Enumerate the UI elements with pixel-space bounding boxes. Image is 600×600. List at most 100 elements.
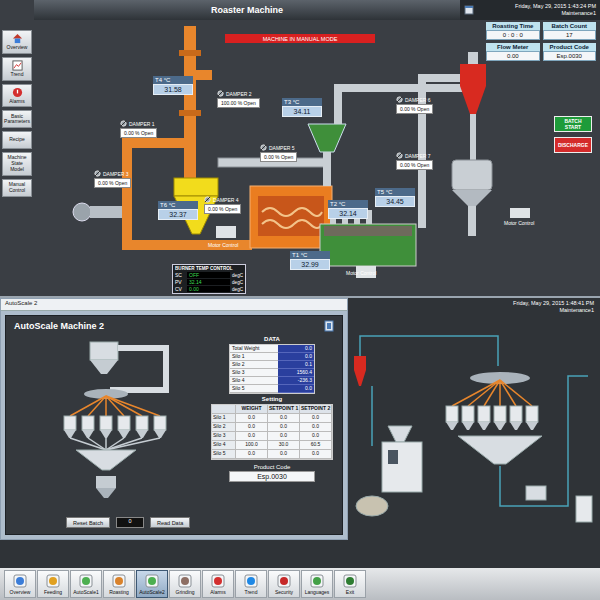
toolbar-button[interactable]: Roasting: [103, 570, 135, 598]
table-cell[interactable]: 0.0: [300, 414, 332, 423]
damper[interactable]: DAMPER 7 0.00 % Open: [396, 152, 433, 170]
tool-icon: [178, 574, 192, 588]
roaster-body: Overview Trend Alarms Basic Parameters R…: [0, 20, 600, 296]
toolbar-label: Alarms: [210, 589, 226, 595]
door-icon[interactable]: [324, 320, 334, 332]
table-cell[interactable]: 100.0: [236, 441, 268, 450]
temperature-readout: T5 °C 34.45: [375, 188, 415, 207]
toolbar-button[interactable]: Feeding: [37, 570, 69, 598]
tool-icon: [46, 574, 60, 588]
damper-label: DAMPER 3: [103, 171, 129, 177]
red-cyclone: [460, 52, 486, 160]
temperature-label: T5 °C: [375, 188, 415, 196]
table-row: Total Weight 0.0: [230, 345, 314, 353]
temperature-readout: T6 °C 32.37: [158, 201, 198, 220]
user: Maintenance1: [477, 10, 596, 17]
action-button[interactable]: BATCH START: [554, 116, 592, 132]
sidebar-label: Alarms: [9, 99, 25, 105]
read-data-button[interactable]: Read Data: [150, 517, 190, 528]
info-panel: Roasting Time 0 : 0 : 0Batch Count 17Flo…: [486, 22, 596, 61]
table-cell[interactable]: 0.0: [236, 450, 268, 459]
damper[interactable]: DAMPER 3 0.00 % Open: [94, 170, 131, 188]
setting-title: Setting: [211, 396, 333, 402]
motor-box: [510, 208, 530, 218]
damper-header: DAMPER 1: [120, 120, 157, 127]
damper-label: DAMPER 5: [269, 145, 295, 151]
roaster-screen: Roaster Machine Friday, May 29, 2015 1:4…: [0, 0, 600, 298]
product-value[interactable]: Esp.0030: [229, 471, 315, 482]
toolbar-label: Feeding: [44, 589, 62, 595]
packer: [526, 486, 592, 522]
info-value: 0.00: [486, 51, 540, 61]
damper-label: DAMPER 6: [405, 97, 431, 103]
action-button[interactable]: DISCHARGE: [554, 137, 592, 153]
motor-label[interactable]: Motor Control: [346, 270, 376, 276]
tool-icon: [211, 574, 225, 588]
sidebar-item[interactable]: Machine State Model: [2, 152, 32, 175]
feed-hopper: [90, 342, 166, 390]
sidebar-item[interactable]: Overview: [2, 30, 32, 54]
table-cell[interactable]: 0.0: [268, 450, 300, 459]
toolbar-button[interactable]: Trend: [235, 570, 267, 598]
sidebar-item[interactable]: Trend: [2, 57, 32, 81]
sidebar-label: Trend: [11, 72, 24, 78]
sidebar-item[interactable]: Alarms: [2, 84, 32, 108]
table-cell[interactable]: 30.0: [268, 441, 300, 450]
damper[interactable]: DAMPER 1 0.00 % Open: [120, 120, 157, 138]
datetime: Friday, May 29, 2015 1:48:41 PM: [354, 300, 594, 307]
sidebar-item[interactable]: Manual Control: [2, 179, 32, 197]
row-label: Silo 2: [230, 361, 278, 369]
reset-batch-button[interactable]: Reset Batch: [66, 517, 110, 528]
toolbar-button[interactable]: Grinding: [169, 570, 201, 598]
damper-header: DAMPER 2: [217, 90, 260, 97]
table-cell[interactable]: 0.0: [300, 450, 332, 459]
grinding-diagram: [348, 316, 600, 556]
row-value: 0.0: [278, 385, 314, 393]
window-icon[interactable]: [464, 5, 474, 15]
damper-label: DAMPER 2: [226, 91, 252, 97]
distributor: [64, 389, 166, 450]
toolbar-label: Security: [275, 589, 293, 595]
burner-row: SC OFF degC: [175, 272, 243, 278]
damper-icon: [217, 90, 224, 97]
table-cell[interactable]: 0.0: [268, 432, 300, 441]
tool-icon: [112, 574, 126, 588]
sidebar-item[interactable]: Recipe: [2, 131, 32, 149]
motor-label[interactable]: Motor Control: [504, 220, 534, 226]
damper[interactable]: DAMPER 5 0.00 % Open: [260, 144, 297, 162]
table-cell[interactable]: 0.0: [300, 432, 332, 441]
window-body: DATA Total Weight 0.0Silo 1 0.0Silo 2 0.…: [6, 336, 342, 513]
table-cell[interactable]: 0.0: [236, 414, 268, 423]
damper[interactable]: DAMPER 6 0.00 % Open: [396, 96, 433, 114]
toolbar-button[interactable]: AutoScale2: [136, 570, 168, 598]
table-cell[interactable]: 60.5: [300, 441, 332, 450]
burner-unit: degC: [232, 273, 243, 278]
damper-header: DAMPER 4: [204, 196, 241, 203]
toolbar-button[interactable]: AutoScale1: [70, 570, 102, 598]
column-header: WEIGHT: [236, 405, 268, 414]
window-tab: AutoScale 2: [1, 299, 347, 311]
tool-icon: [310, 574, 324, 588]
burner-title: BURNER TEMP CONTROL: [175, 266, 243, 271]
toolbar-button[interactable]: Exit: [334, 570, 366, 598]
toolbar-button[interactable]: Languages: [301, 570, 333, 598]
autoscale-window: AutoScale 2 AutoScale Machine 2 DATA Tot…: [0, 298, 348, 540]
counter-field: 0: [116, 517, 144, 528]
info-label: Batch Count: [543, 22, 597, 30]
table-cell[interactable]: 0.0: [300, 423, 332, 432]
table-cell[interactable]: 0.0: [268, 423, 300, 432]
toolbar-button[interactable]: Alarms: [202, 570, 234, 598]
damper[interactable]: DAMPER 2 100.00 % Open: [217, 90, 260, 108]
vessel: [452, 160, 492, 236]
table-cell[interactable]: 0.0: [236, 423, 268, 432]
toolbar-button[interactable]: Overview: [4, 570, 36, 598]
damper-label: DAMPER 4: [213, 197, 239, 203]
table-cell[interactable]: 0.0: [268, 414, 300, 423]
damper[interactable]: DAMPER 4 0.00 % Open: [204, 196, 241, 214]
sidebar-item[interactable]: Basic Parameters: [2, 110, 32, 128]
motor-label[interactable]: Motor Control: [208, 242, 238, 248]
damper-value: 0.00 % Open: [396, 160, 433, 170]
temperature-value: 31.58: [153, 84, 193, 95]
table-cell[interactable]: 0.0: [236, 432, 268, 441]
toolbar-button[interactable]: Security: [268, 570, 300, 598]
